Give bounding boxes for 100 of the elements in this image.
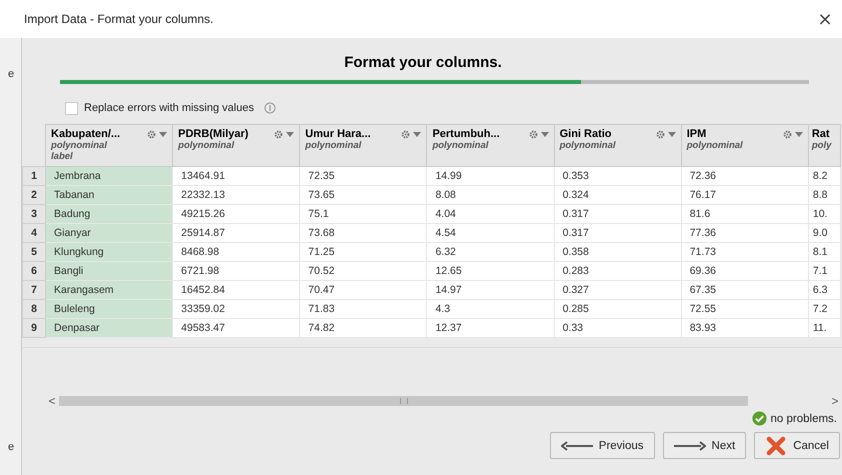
- left-arrow-icon: [560, 440, 593, 450]
- column-header[interactable]: Gini Ratio polynominal: [554, 124, 682, 166]
- gear-icon[interactable]: [782, 130, 792, 138]
- table-cell: 83.93: [681, 318, 808, 338]
- table-cell: 76.17: [681, 186, 808, 204]
- close-button[interactable]: ×: [810, 4, 840, 34]
- table-cell: 11.: [808, 318, 840, 338]
- table-cell: 72.36: [681, 166, 808, 186]
- table-cell: 33359.02: [172, 300, 300, 318]
- column-type: polynominal: [51, 140, 108, 151]
- row-number: 6: [22, 262, 46, 280]
- horizontal-scrollbar[interactable]: < >: [45, 395, 842, 407]
- table-cell: 8.1: [808, 242, 840, 262]
- table-cell: 70.52: [300, 262, 427, 280]
- table-cell: 8468.98: [172, 242, 300, 262]
- table-cell: 72.35: [300, 166, 427, 186]
- scroll-right-arrow[interactable]: >: [828, 395, 842, 407]
- table-cell: 73.65: [300, 186, 427, 204]
- column-header[interactable]: Pertumbuh... polynominal: [426, 124, 554, 166]
- column-name: PDRB(Milyar): [178, 128, 250, 140]
- cross-icon: [765, 436, 788, 456]
- table-cell: 0.33: [554, 318, 682, 338]
- column-header[interactable]: PDRB(Milyar) polynominal: [172, 124, 300, 166]
- table-cell: 12.37: [426, 318, 554, 338]
- background-text: e: [8, 441, 16, 453]
- table-cell: 71.73: [681, 242, 808, 262]
- gear-icon[interactable]: [147, 130, 156, 138]
- table-cell: 49583.47: [172, 318, 300, 338]
- check-icon: [752, 411, 767, 426]
- row-number: 4: [22, 224, 46, 242]
- table-cell: 0.317: [554, 204, 682, 224]
- column-name: Pertumbuh...: [432, 128, 501, 140]
- next-button[interactable]: Next: [662, 432, 746, 459]
- table-cell: 69.36: [681, 262, 808, 280]
- table-cell: 10.: [808, 204, 840, 224]
- column-name: Kabupaten/...: [51, 128, 122, 140]
- table-cell: Denpasar: [46, 318, 173, 338]
- row-number: 1: [22, 166, 46, 186]
- table-cell: 4.54: [426, 224, 554, 242]
- table-cell: 0.358: [554, 242, 682, 262]
- table-cell: 73.68: [300, 224, 427, 242]
- row-number: 2: [22, 186, 46, 204]
- table-cell: 25914.87: [172, 224, 300, 242]
- table-cell: 77.36: [681, 224, 808, 242]
- table-cell: 70.47: [300, 280, 427, 300]
- caret-icon[interactable]: [540, 132, 549, 136]
- previous-button[interactable]: Previous: [550, 432, 655, 459]
- table-cell: 0.317: [554, 224, 682, 242]
- table-cell: Gianyar: [46, 224, 173, 242]
- column-header[interactable]: Kabupaten/... polynominal label: [46, 124, 173, 166]
- table-cell: Badung: [46, 204, 173, 224]
- table-cell: 7.1: [808, 262, 840, 280]
- caret-icon[interactable]: [794, 132, 803, 136]
- gear-icon[interactable]: [401, 130, 410, 138]
- table-cell: 49215.26: [172, 204, 300, 224]
- row-number: 9: [22, 318, 46, 338]
- caret-icon[interactable]: [668, 132, 676, 136]
- caret-icon[interactable]: [413, 132, 422, 136]
- column-header[interactable]: Umur Hara... polynominal: [300, 124, 427, 166]
- cancel-button[interactable]: Cancel: [754, 432, 840, 459]
- table-cell: Buleleng: [46, 300, 173, 318]
- status-text: no problems.: [770, 412, 837, 424]
- background-text: e: [8, 68, 16, 80]
- row-number: 7: [22, 280, 46, 300]
- right-arrow-icon: [674, 440, 706, 450]
- caret-icon[interactable]: [286, 132, 294, 136]
- table-cell: 72.55: [681, 300, 808, 318]
- table-cell: 8.2: [808, 166, 840, 186]
- column-header[interactable]: IPM polynominal: [681, 124, 808, 166]
- row-number: 8: [22, 300, 46, 318]
- row-number: 3: [22, 204, 46, 224]
- caret-icon[interactable]: [159, 132, 168, 136]
- table-cell: 6.3: [808, 280, 840, 300]
- table-cell: Tabanan: [46, 186, 173, 204]
- table-cell: Bangli: [46, 262, 173, 280]
- column-header[interactable]: Rat poly: [808, 124, 840, 166]
- column-name: IPM: [686, 128, 708, 140]
- gear-icon[interactable]: [274, 130, 284, 138]
- table-cell: 71.25: [300, 242, 427, 262]
- gear-icon[interactable]: [528, 130, 538, 138]
- table-cell: 67.35: [681, 280, 808, 300]
- checkbox[interactable]: [65, 102, 78, 114]
- table-cell: 12.65: [426, 262, 554, 280]
- column-type: polynominal: [686, 140, 744, 151]
- column-type: polynominal: [305, 140, 362, 151]
- table-cell: 8.8: [808, 186, 840, 204]
- column-name: Rat: [812, 128, 831, 140]
- gear-icon[interactable]: [656, 130, 665, 138]
- table-cell: Karangasem: [46, 280, 173, 300]
- column-type: poly: [812, 140, 833, 151]
- table-cell: 0.327: [554, 280, 682, 300]
- table-cell: 16452.84: [172, 280, 300, 300]
- info-icon[interactable]: [264, 102, 276, 114]
- scrollbar-thumb[interactable]: [59, 396, 748, 406]
- column-type: polynominal: [432, 140, 490, 151]
- table-cell: 0.353: [554, 166, 682, 186]
- table-cell: 14.97: [426, 280, 554, 300]
- column-role: label: [51, 151, 74, 162]
- scroll-left-arrow[interactable]: <: [45, 395, 59, 407]
- table-cell: 0.283: [554, 262, 682, 280]
